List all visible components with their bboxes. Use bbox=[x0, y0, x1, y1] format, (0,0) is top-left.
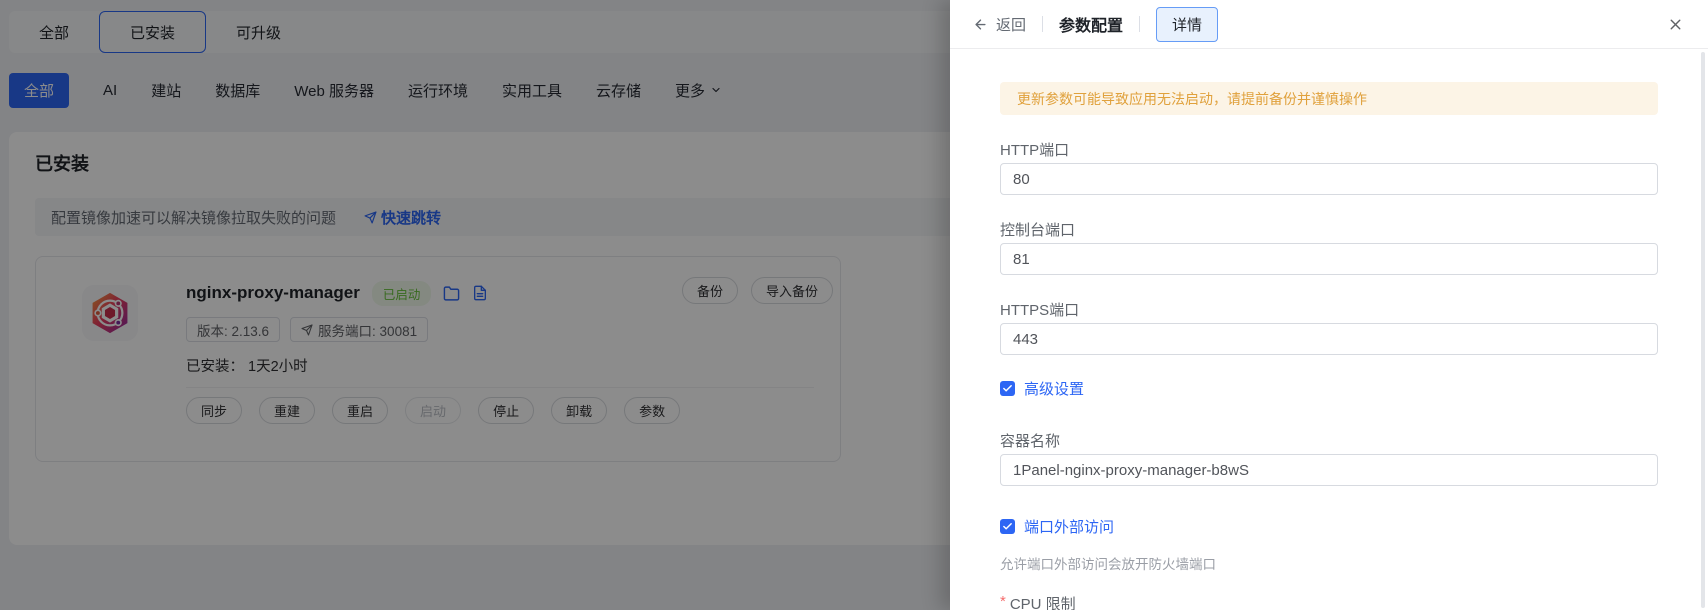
warning-alert: 更新参数可能导致应用无法启动，请提前备份并谨慎操作 bbox=[1000, 82, 1658, 115]
console-port-field: 控制台端口 bbox=[1000, 219, 1658, 275]
port-external-checkbox[interactable]: 端口外部访问 bbox=[1000, 517, 1658, 536]
divider bbox=[1139, 16, 1141, 32]
https-port-field: HTTPS端口 bbox=[1000, 299, 1658, 355]
container-name-label: 容器名称 bbox=[1000, 433, 1061, 450]
port-external-hint: 允许端口外部访问会放开防火墙端口 bbox=[1000, 557, 1216, 572]
http-port-field: HTTP端口 bbox=[1000, 139, 1658, 195]
drawer-header: 返回 参数配置 详情 bbox=[950, 0, 1708, 49]
container-name-field: 容器名称 bbox=[1000, 430, 1658, 486]
http-port-label: HTTP端口 bbox=[1000, 142, 1070, 159]
drawer-scrollbar[interactable] bbox=[1701, 52, 1705, 608]
check-icon bbox=[1000, 380, 1015, 396]
port-external-label: 端口外部访问 bbox=[1024, 518, 1115, 536]
advanced-settings-checkbox[interactable]: 高级设置 bbox=[1000, 379, 1658, 398]
arrow-left-icon bbox=[973, 17, 988, 32]
https-port-input[interactable] bbox=[1000, 323, 1658, 355]
back-button[interactable]: 返回 bbox=[973, 14, 1026, 35]
cpu-limit-label: * CPU 限制 bbox=[1000, 593, 1658, 610]
cpu-limit-text: CPU 限制 bbox=[1009, 596, 1076, 610]
http-port-input[interactable] bbox=[1000, 163, 1658, 195]
required-marker: * bbox=[1000, 593, 1006, 610]
https-port-label: HTTPS端口 bbox=[1000, 302, 1080, 319]
container-name-input[interactable] bbox=[1000, 454, 1658, 486]
advanced-settings-label: 高级设置 bbox=[1024, 380, 1085, 398]
console-port-input[interactable] bbox=[1000, 243, 1658, 275]
divider bbox=[1042, 16, 1044, 32]
screen: 全部 已安装 可升级 全部 AI 建站 数据库 Web 服务器 运行环境 实用工… bbox=[0, 0, 1708, 610]
check-icon bbox=[1000, 518, 1015, 534]
console-port-label: 控制台端口 bbox=[1000, 222, 1076, 239]
back-label: 返回 bbox=[996, 16, 1027, 34]
detail-button[interactable]: 详情 bbox=[1156, 6, 1219, 42]
drawer-title: 参数配置 bbox=[1059, 18, 1124, 35]
config-drawer: 返回 参数配置 详情 更新参数可能导致应用无法启动，请提前备份并谨慎操作 HTT… bbox=[950, 0, 1708, 610]
close-icon[interactable] bbox=[1667, 16, 1684, 33]
drawer-body: 更新参数可能导致应用无法启动，请提前备份并谨慎操作 HTTP端口 控制台端口 H… bbox=[950, 49, 1708, 610]
